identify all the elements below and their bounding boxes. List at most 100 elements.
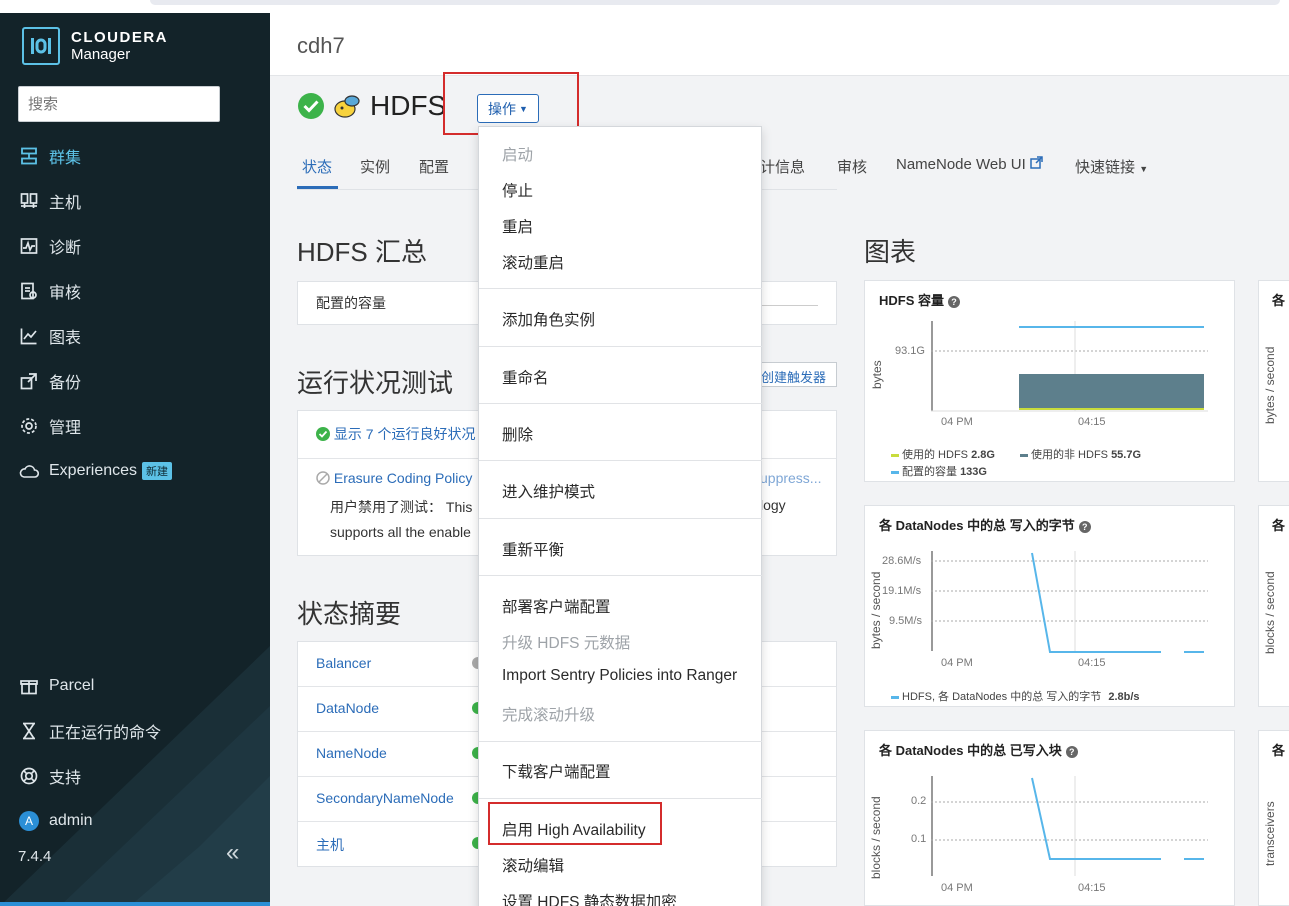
role-link[interactable]: DataNode	[316, 700, 379, 716]
sidebar-item-label: 管理	[49, 419, 82, 437]
chart-partial-3: 各 transceivers	[1258, 730, 1289, 906]
erasure-coding-link[interactable]: Erasure Coding Policy	[334, 470, 473, 486]
chart-plot	[931, 776, 1208, 876]
y-tick: 0.2	[911, 795, 927, 807]
sidebar-item-admin[interactable]: 管理	[0, 403, 270, 448]
cloudera-logo[interactable]: CLOUDERA Manager	[22, 27, 168, 65]
menu-item-upgrade-hdfs-metadata[interactable]: 升级 HDFS 元数据	[502, 631, 630, 653]
sidebar-item-running-commands[interactable]: 正在运行的命令	[0, 708, 270, 753]
cluster-name[interactable]: cdh7	[297, 33, 345, 59]
legend-item[interactable]: 使用的 HDFS 2.8G	[891, 446, 995, 462]
parcel-icon	[18, 675, 40, 697]
menu-item-stop[interactable]: 停止	[502, 179, 533, 201]
tab-configuration[interactable]: 配置	[419, 156, 449, 177]
chart-title: 各	[1272, 293, 1286, 308]
sidebar-item-parcel[interactable]: Parcel	[0, 663, 270, 708]
help-icon[interactable]: ?	[1065, 745, 1078, 758]
hourglass-icon	[18, 720, 40, 742]
top-bar	[150, 0, 1280, 5]
menu-item-delete[interactable]: 删除	[502, 423, 533, 445]
help-icon[interactable]: ?	[1078, 520, 1091, 533]
menu-item-import-sentry-policies[interactable]: Import Sentry Policies into Ranger	[502, 667, 737, 685]
menu-item-finalize-rolling-upgrade[interactable]: 完成滚动升级	[502, 703, 595, 725]
menu-item-add-role-instances[interactable]: 添加角色实例	[502, 308, 595, 330]
support-icon	[18, 765, 40, 787]
help-icon[interactable]: ?	[948, 295, 961, 308]
menu-item-restart[interactable]: 重启	[502, 215, 533, 237]
role-link[interactable]: SecondaryNameNode	[316, 790, 454, 806]
check-circle-icon	[316, 427, 330, 441]
legend-name: 配置的容量	[902, 466, 957, 478]
chart-datanodes-bytes-written: 各 DataNodes 中的总 写入的字节? bytes / second 28…	[864, 505, 1235, 707]
sidebar-item-cluster[interactable]: 群集	[0, 133, 270, 178]
legend-item[interactable]: 配置的容量 133G	[891, 463, 987, 479]
sidebar-item-label: 图表	[49, 329, 82, 347]
tab-audit[interactable]: 审核	[837, 156, 867, 177]
sidebar-bottom-nav: Parcel 正在运行的命令 支持 A admin	[0, 663, 270, 843]
menu-item-set-hdfs-encryption[interactable]: 设置 HDFS 静态数据加密	[502, 890, 677, 906]
new-badge: 新建	[142, 461, 173, 480]
chart-datanodes-blocks-written: 各 DataNodes 中的总 已写入块? blocks / second 0.…	[864, 730, 1235, 906]
tab-quick-links[interactable]: 快速链接 ▼	[1075, 156, 1148, 177]
series-blocks-written	[1031, 777, 1161, 860]
search-input[interactable]	[18, 86, 220, 122]
good-health-link[interactable]: 显示 7 个运行良好状况	[334, 426, 476, 442]
summary-title: HDFS 汇总	[297, 237, 428, 267]
y-tick: 19.1M/s	[882, 585, 922, 597]
role-link[interactable]: NameNode	[316, 745, 387, 761]
sidebar-item-label: 审核	[49, 284, 82, 302]
logo-line1: CLOUDERA	[71, 29, 168, 46]
charts-icon	[18, 325, 40, 347]
health-good-row[interactable]: 显示 7 个运行良好状况	[316, 424, 475, 444]
menu-divider	[479, 575, 762, 576]
sidebar-item-diagnostics[interactable]: 诊断	[0, 223, 270, 268]
legend-item[interactable]: HDFS, 各 DataNodes 中的总 写入的字节 2.8b/s	[891, 688, 1140, 704]
tab-status[interactable]: 状态	[302, 156, 332, 177]
menu-item-start[interactable]: 启动	[502, 143, 533, 165]
sidebar: CLOUDERA Manager 群集 主机 诊断 审核 图表 备份	[0, 13, 270, 906]
sidebar-item-user[interactable]: A admin	[0, 798, 270, 843]
tab-statistics[interactable]: 计信息	[760, 156, 805, 177]
hdfs-service-icon	[334, 95, 360, 118]
create-trigger-button[interactable]: 创建触发器	[750, 362, 837, 387]
hosts-icon	[18, 190, 40, 212]
page-header: cdh7	[270, 13, 1289, 76]
collapse-sidebar-icon[interactable]: «	[226, 839, 239, 867]
sidebar-item-hosts[interactable]: 主机	[0, 178, 270, 223]
cluster-icon	[18, 145, 40, 167]
legend-value: 2.8G	[971, 449, 995, 461]
role-link[interactable]: 主机	[316, 835, 344, 855]
y-tick: 93.1G	[895, 345, 925, 357]
legend-name: 使用的 HDFS	[902, 449, 968, 461]
chart-plot	[931, 321, 1208, 412]
menu-item-rename[interactable]: 重命名	[502, 366, 549, 388]
sidebar-item-charts[interactable]: 图表	[0, 313, 270, 358]
sidebar-bottom-accent	[0, 902, 270, 906]
status-summary-title: 状态摘要	[297, 599, 402, 629]
chart-title: 各	[1272, 743, 1286, 758]
chart-title-text: 各 DataNodes 中的总 已写入块	[879, 743, 1062, 758]
suppress-link[interactable]: uppress...	[760, 470, 821, 486]
menu-item-roll-edits[interactable]: 滚动编辑	[502, 854, 564, 876]
tab-label: NameNode Web UI	[896, 156, 1026, 173]
menu-item-enter-maintenance[interactable]: 进入维护模式	[502, 480, 595, 502]
sidebar-item-experiences[interactable]: Experiences 新建	[0, 448, 270, 493]
y-tick: 0.1	[911, 833, 927, 845]
sidebar-item-backup[interactable]: 备份	[0, 358, 270, 403]
sidebar-item-audit[interactable]: 审核	[0, 268, 270, 313]
disabled-icon	[316, 471, 330, 485]
legend-item[interactable]: 使用的非 HDFS 55.7G	[1020, 446, 1141, 462]
tab-namenode-web-ui[interactable]: NameNode Web UI	[896, 156, 1043, 173]
chart-title: HDFS 容量?	[879, 290, 961, 309]
menu-divider	[479, 460, 762, 461]
role-link[interactable]: Balancer	[316, 655, 371, 671]
chart-title: 各	[1272, 518, 1286, 533]
version-label: 7.4.4	[18, 848, 52, 865]
menu-item-rebalance[interactable]: 重新平衡	[502, 538, 564, 560]
tab-instances[interactable]: 实例	[360, 156, 390, 177]
menu-item-rolling-restart[interactable]: 滚动重启	[502, 251, 564, 273]
menu-item-deploy-client-config[interactable]: 部署客户端配置	[502, 595, 611, 617]
menu-item-download-client-config[interactable]: 下载客户端配置	[502, 760, 611, 782]
chart-y-label: blocks / second	[1263, 571, 1277, 654]
sidebar-item-support[interactable]: 支持	[0, 753, 270, 798]
